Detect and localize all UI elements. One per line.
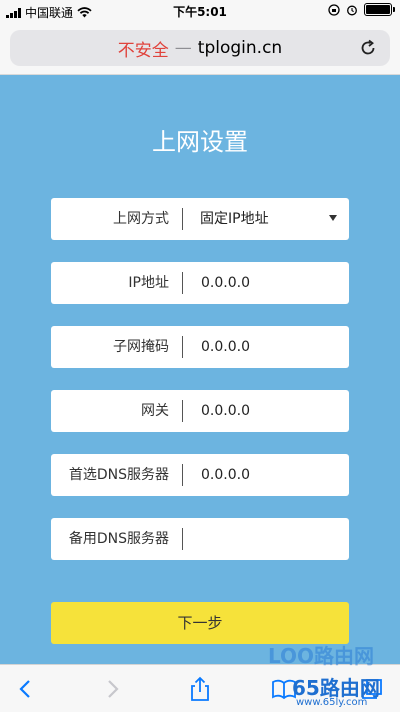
field-divider: [182, 528, 183, 550]
subnet-mask-field[interactable]: 子网掩码 0.0.0.0: [51, 326, 349, 368]
insecure-label: 不安全: [117, 40, 169, 61]
field-divider: [182, 208, 183, 230]
dropdown-arrow-icon[interactable]: [329, 215, 337, 221]
battery-icon: [364, 3, 395, 16]
primary-dns-field[interactable]: 首选DNS服务器 0.0.0.0: [51, 454, 349, 496]
next-step-button[interactable]: 下一步: [51, 602, 349, 644]
secondary-dns-field[interactable]: 备用DNS服务器: [51, 518, 349, 560]
primary-dns-value[interactable]: 0.0.0.0: [201, 454, 250, 496]
alarm-icon: [347, 5, 357, 15]
orientation-lock-icon: [328, 3, 340, 16]
field-divider: [182, 464, 183, 486]
secondary-dns-label: 备用DNS服务器: [68, 531, 169, 547]
connection-type-label: 上网方式: [113, 211, 169, 227]
status-right: [328, 3, 395, 16]
primary-dns-label: 首选DNS服务器: [68, 467, 169, 483]
connection-type-select[interactable]: 上网方式 固定IP地址: [51, 198, 349, 240]
watermark-url: www.65ly.com: [296, 697, 368, 708]
ip-address-field[interactable]: IP地址 0.0.0.0: [51, 262, 349, 304]
gateway-field[interactable]: 网关 0.0.0.0: [51, 390, 349, 432]
back-icon[interactable]: [12, 675, 40, 703]
address-bar[interactable]: 不安全 — tplogin.cn: [10, 30, 390, 66]
forward-icon[interactable]: [98, 675, 126, 703]
subnet-mask-value[interactable]: 0.0.0.0: [201, 326, 250, 368]
gateway-label: 网关: [141, 403, 169, 419]
field-divider: [182, 272, 183, 294]
field-divider: [182, 400, 183, 422]
subnet-mask-label: 子网掩码: [113, 339, 169, 355]
share-icon[interactable]: [186, 675, 214, 703]
browser-address-area: 不安全 — tplogin.cn: [0, 22, 400, 75]
ip-address-value[interactable]: 0.0.0.0: [201, 262, 250, 304]
address-domain: tplogin.cn: [197, 38, 283, 58]
watermark-top: LOO路由网: [268, 644, 375, 668]
address-separator: —: [174, 38, 192, 58]
ip-address-label: IP地址: [128, 275, 169, 291]
field-divider: [182, 336, 183, 358]
gateway-value[interactable]: 0.0.0.0: [201, 390, 250, 432]
page-title: 上网设置: [152, 128, 248, 156]
connection-type-value: 固定IP地址: [200, 211, 269, 227]
reload-icon[interactable]: [358, 38, 378, 58]
status-bar: 中国联通 下午5:01: [0, 0, 400, 22]
